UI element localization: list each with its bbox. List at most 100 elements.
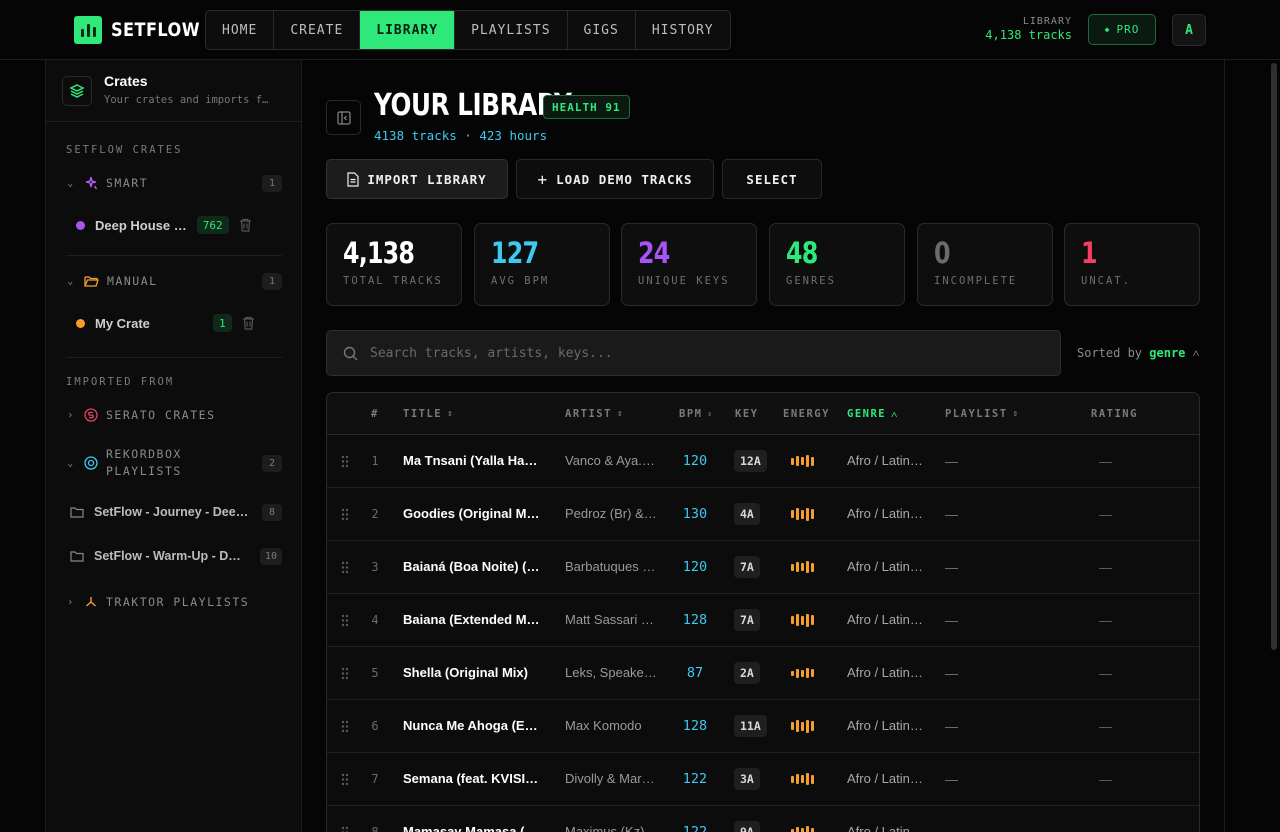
- folder-icon: [70, 507, 84, 518]
- track-genre: Afro / Latin…: [847, 718, 923, 733]
- manual-count: 1: [262, 272, 282, 290]
- search-icon: [343, 346, 358, 360]
- table-row[interactable]: 8 Mamasay Mamasa (… Maximus (Kz) 122 9A Afro …: [327, 806, 1199, 832]
- table-row[interactable]: 3 Baianá (Boa Noite) (… Barbatuques … 120 7A…: [327, 541, 1199, 594]
- nav-gigs[interactable]: GIGS: [568, 11, 636, 49]
- track-key: 4A: [734, 488, 760, 540]
- stat-incomplete[interactable]: 0 INCOMPLETE: [917, 223, 1053, 306]
- energy-bar: [806, 773, 809, 785]
- table-row[interactable]: 7 Semana (feat. KVISI… Divolly & Mar… 122 3A…: [327, 753, 1199, 806]
- traktor-group-toggle[interactable]: › TRAKTOR PLAYLISTS: [66, 591, 282, 613]
- trash-icon[interactable]: [242, 316, 255, 330]
- track-rating[interactable]: —: [1099, 753, 1123, 805]
- playlist-count: 8: [262, 503, 282, 521]
- track-rating[interactable]: —: [1099, 594, 1123, 646]
- crate-my-crate[interactable]: My Crate 1: [76, 311, 282, 335]
- drag-handle-icon[interactable]: [341, 700, 353, 752]
- table-row[interactable]: 1 Ma Tnsani (Yalla Ha… Vanco & Aya.… 120 12A…: [327, 435, 1199, 488]
- row-number: 1: [371, 454, 379, 468]
- drag-handle-icon[interactable]: [341, 435, 353, 487]
- manual-group-toggle[interactable]: ⌄ MANUAL 1: [66, 270, 282, 292]
- table-row[interactable]: 4 Baiana (Extended M… Matt Sassari … 128 7A A…: [327, 594, 1199, 647]
- stat-label: GENRES: [786, 275, 836, 287]
- energy-meter: [791, 488, 814, 540]
- track-rating[interactable]: —: [1099, 488, 1123, 540]
- energy-bar: [811, 509, 814, 519]
- trash-icon[interactable]: [239, 218, 252, 232]
- rekordbox-label-line1: REKORDBOX: [106, 447, 182, 461]
- nav-library[interactable]: LIBRARY: [360, 11, 456, 49]
- col-energy[interactable]: ENERGY: [783, 393, 830, 435]
- crate-name: My Crate: [95, 315, 150, 331]
- track-title: Mamasay Mamasa (…: [403, 824, 538, 832]
- table-row[interactable]: 2 Goodies (Original M… Pedroz (Br) &… 130 4A…: [327, 488, 1199, 541]
- stat-value: 48: [786, 236, 818, 270]
- load-demo-tracks-button[interactable]: + LOAD DEMO TRACKS: [516, 159, 714, 199]
- track-rating[interactable]: —: [1099, 541, 1123, 593]
- drag-handle-icon[interactable]: [341, 541, 353, 593]
- track-rating[interactable]: —: [1099, 806, 1123, 832]
- table-row[interactable]: 5 Shella (Original Mix) Leks, Speake… 87 2A A…: [327, 647, 1199, 700]
- track-playlist: —: [945, 453, 958, 469]
- col-key[interactable]: KEY: [735, 393, 758, 435]
- playlist-count: 10: [259, 547, 282, 565]
- avatar[interactable]: A: [1172, 14, 1206, 46]
- demo-label: LOAD DEMO TRACKS: [556, 171, 693, 187]
- rekordbox-playlist-item[interactable]: SetFlow - Journey - Dee… 8: [70, 501, 282, 523]
- table-header: # TITLE ⇕ ARTIST ⇕ BPM ⇕ KEY ENERGY GENRE ˄ …: [327, 393, 1199, 435]
- track-rating[interactable]: —: [1099, 700, 1123, 752]
- energy-bar: [791, 828, 794, 832]
- logo-icon: [74, 16, 102, 44]
- sidebar-collapse-button[interactable]: [326, 100, 361, 135]
- track-genre: Afro / Latin…: [847, 559, 923, 574]
- energy-bar: [796, 827, 799, 832]
- logo[interactable]: SETFLOW: [74, 15, 216, 45]
- drag-handle-icon[interactable]: [341, 488, 353, 540]
- col-title[interactable]: TITLE ⇕: [403, 393, 454, 435]
- sidebar-title: Crates: [104, 73, 148, 89]
- search-input[interactable]: Search tracks, artists, keys...: [326, 330, 1061, 376]
- row-number: 3: [371, 560, 379, 574]
- pro-button[interactable]: ◆ PRO: [1088, 14, 1156, 45]
- drag-handle-icon[interactable]: [341, 806, 353, 832]
- drag-handle-icon[interactable]: [341, 647, 353, 699]
- track-rating[interactable]: —: [1099, 435, 1123, 487]
- energy-meter: [791, 647, 814, 699]
- nav-playlists[interactable]: PLAYLISTS: [455, 11, 568, 49]
- stat-value: 0: [934, 236, 951, 270]
- col-playlist[interactable]: PLAYLIST ⇕: [945, 393, 1020, 435]
- drag-handle-icon[interactable]: [341, 753, 353, 805]
- serato-group-toggle[interactable]: › SERATO CRATES: [66, 404, 282, 426]
- rekordbox-playlist-item[interactable]: SetFlow - Warm-Up - D… 10: [70, 545, 282, 567]
- energy-bar: [791, 722, 794, 730]
- sidebar-header: Crates Your crates and imports f…: [46, 60, 301, 122]
- library-count-value: 4,138 tracks: [985, 28, 1072, 42]
- select-button[interactable]: SELECT: [722, 159, 822, 199]
- col-playlist-label: PLAYLIST: [945, 408, 1008, 420]
- sort-indicator[interactable]: Sorted by genre ˄: [1077, 346, 1199, 361]
- col-artist[interactable]: ARTIST ⇕: [565, 393, 624, 435]
- drag-handle-icon[interactable]: [341, 594, 353, 646]
- col-bpm[interactable]: BPM ⇕: [679, 393, 713, 435]
- track-rating[interactable]: —: [1099, 647, 1123, 699]
- col-rating[interactable]: RATING: [1091, 393, 1138, 435]
- table-row[interactable]: 6 Nunca Me Ahoga (E… Max Komodo 128 11A Afro …: [327, 700, 1199, 753]
- rekordbox-group-toggle[interactable]: ⌄ REKORDBOX PLAYLISTS 2: [66, 444, 282, 482]
- track-bpm: 122: [682, 824, 708, 832]
- smart-count: 1: [262, 174, 282, 192]
- col-genre[interactable]: GENRE ˄: [847, 393, 899, 435]
- layers-icon: [62, 76, 92, 106]
- row-number: 6: [371, 719, 379, 733]
- nav-history[interactable]: HISTORY: [636, 11, 730, 49]
- smart-group-toggle[interactable]: ⌄ SMART 1: [66, 172, 282, 194]
- nav-home[interactable]: HOME: [206, 11, 275, 49]
- import-library-button[interactable]: IMPORT LIBRARY: [326, 159, 508, 199]
- nav-create[interactable]: CREATE: [274, 11, 361, 49]
- track-artist: Barbatuques …: [565, 559, 656, 574]
- energy-bar: [811, 615, 814, 625]
- crate-deep-house[interactable]: Deep House … 762: [76, 213, 282, 237]
- energy-bar: [811, 774, 814, 784]
- track-key: 2A: [734, 647, 760, 699]
- scrollbar[interactable]: [1271, 63, 1277, 650]
- stat-uncategorized[interactable]: 1 UNCAT.: [1064, 223, 1200, 306]
